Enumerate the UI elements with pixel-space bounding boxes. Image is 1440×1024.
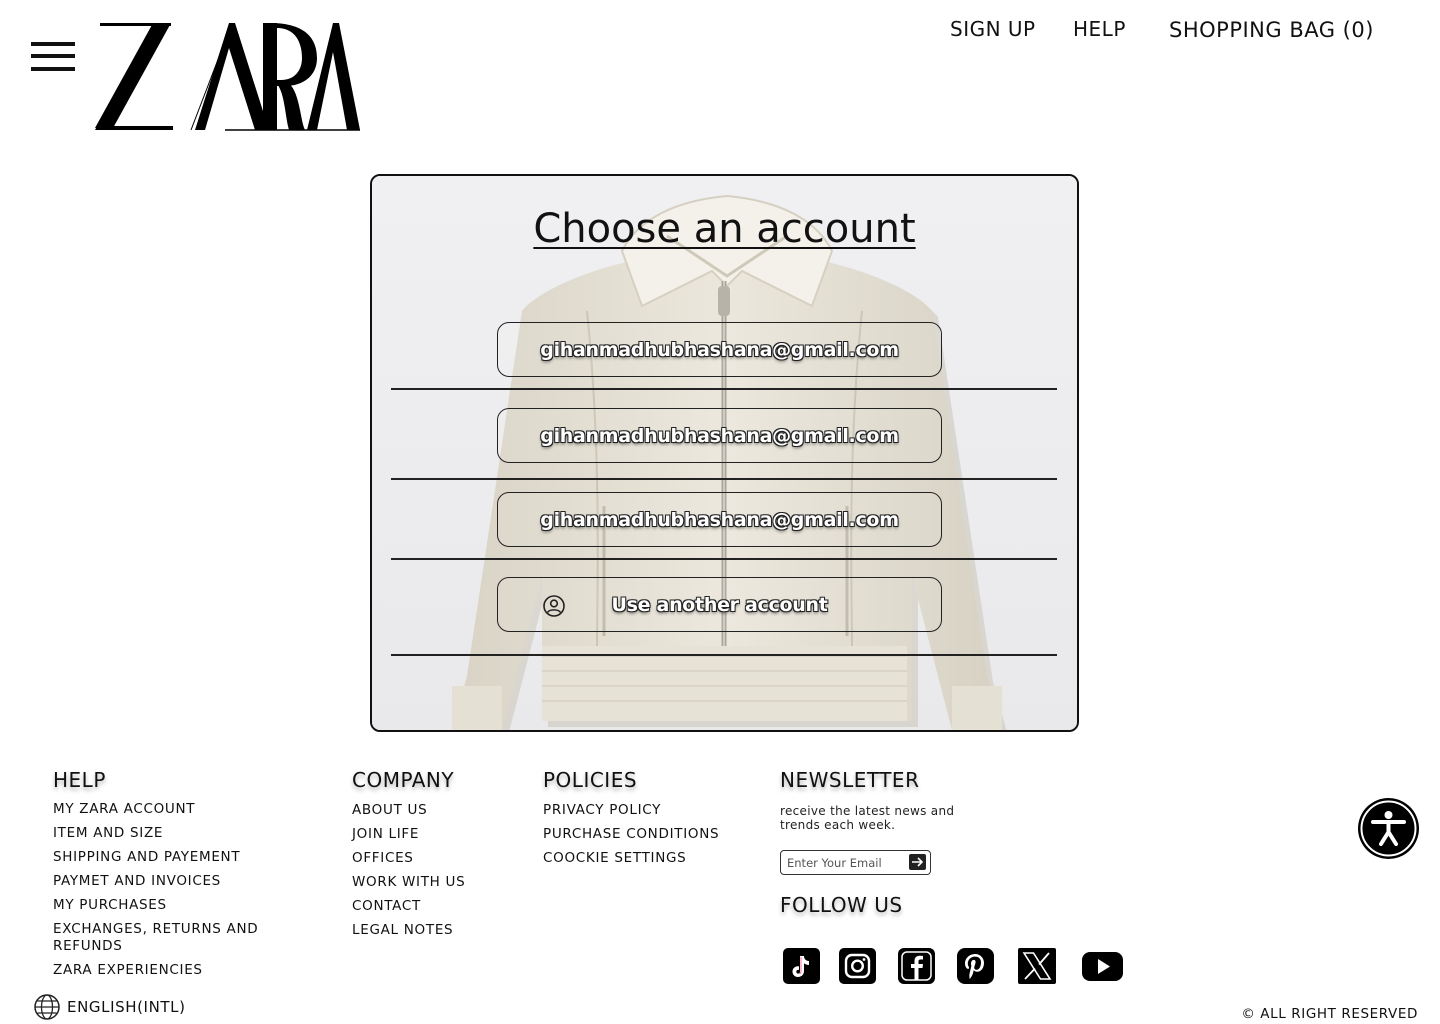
arrow-right-icon[interactable] [909, 854, 926, 870]
footer-link[interactable]: WORK WITH US [352, 874, 465, 891]
footer-link[interactable]: JOIN LIFE [352, 826, 419, 843]
account-email: gihanmadhubhashana@gmail.com [540, 508, 899, 531]
instagram-icon[interactable] [839, 947, 876, 985]
account-option[interactable]: gihanmadhubhashana@gmail.com [497, 408, 942, 463]
divider [391, 558, 1057, 560]
follow-us-heading: FOLLOW US [780, 893, 903, 917]
footer-link[interactable]: ITEM AND SIZE [53, 825, 163, 842]
footer-newsletter-heading: NEWSLETTER [780, 768, 920, 792]
account-email: gihanmadhubhashana@gmail.com [540, 338, 899, 361]
language-selector[interactable]: ENGLISH(INTL) [33, 993, 186, 1021]
account-email: gihanmadhubhashana@gmail.com [540, 424, 899, 447]
zara-logo[interactable] [95, 20, 360, 132]
footer-link[interactable]: SHIPPING AND PAYEMENT [53, 849, 240, 866]
account-chooser-card: Choose an account gihanmadhubhashana@gma… [370, 174, 1079, 732]
accessibility-icon[interactable] [1358, 798, 1419, 859]
footer-link[interactable]: PURCHASE CONDITIONS [543, 826, 719, 843]
user-circle-icon [543, 595, 565, 617]
account-option[interactable]: gihanmadhubhashana@gmail.com [497, 322, 942, 377]
menu-bar [31, 42, 75, 46]
newsletter-description: receive the latest news and trends each … [780, 804, 955, 832]
footer-link[interactable]: COOCKIE SETTINGS [543, 850, 686, 867]
pinterest-icon[interactable] [957, 947, 994, 985]
divider [391, 388, 1057, 390]
footer-link[interactable]: ZARA EXPERIENCIES [53, 962, 203, 979]
page-title: Choose an account [533, 206, 916, 252]
help-link[interactable]: HELP [1073, 17, 1126, 41]
newsletter-form [780, 850, 931, 875]
menu-bar [31, 67, 75, 71]
footer-link[interactable]: PAYMET AND INVOICES [53, 873, 221, 890]
footer-link[interactable]: MY ZARA ACCOUNT [53, 801, 195, 818]
footer-link[interactable]: ABOUT US [352, 802, 427, 819]
footer-link[interactable]: OFFICES [352, 850, 414, 867]
menu-bar [31, 54, 75, 58]
sign-up-link[interactable]: SIGN UP [950, 17, 1036, 41]
footer-company-heading: COMPANY [352, 768, 455, 792]
footer-link[interactable]: PRIVACY POLICY [543, 802, 661, 819]
globe-icon [34, 994, 60, 1020]
newsletter-email-input[interactable] [787, 853, 905, 872]
footer-link[interactable]: CONTACT [352, 898, 421, 915]
language-label: ENGLISH(INTL) [67, 998, 186, 1016]
menu-icon[interactable] [31, 42, 75, 72]
x-icon[interactable] [1018, 947, 1056, 985]
divider [391, 654, 1057, 656]
footer-link[interactable]: LEGAL NOTES [352, 922, 453, 939]
divider [391, 478, 1057, 480]
footer-policies-heading: POLICIES [543, 768, 638, 792]
footer-link[interactable]: EXCHANGES, RETURNS AND REFUNDS [53, 921, 268, 955]
use-another-account-button[interactable]: Use another account [497, 577, 942, 632]
footer-help-heading: HELP [53, 768, 106, 792]
shopping-bag-link[interactable]: SHOPPING BAG (0) [1169, 18, 1374, 42]
facebook-icon[interactable] [898, 947, 935, 985]
account-option[interactable]: gihanmadhubhashana@gmail.com [497, 492, 942, 547]
copyright-text: © ALL RIGHT RESERVED [1241, 1006, 1418, 1022]
footer-link[interactable]: MY PURCHASES [53, 897, 167, 914]
tiktok-icon[interactable] [783, 947, 820, 985]
youtube-icon[interactable] [1081, 947, 1124, 985]
use-another-account-label: Use another account [611, 593, 828, 616]
